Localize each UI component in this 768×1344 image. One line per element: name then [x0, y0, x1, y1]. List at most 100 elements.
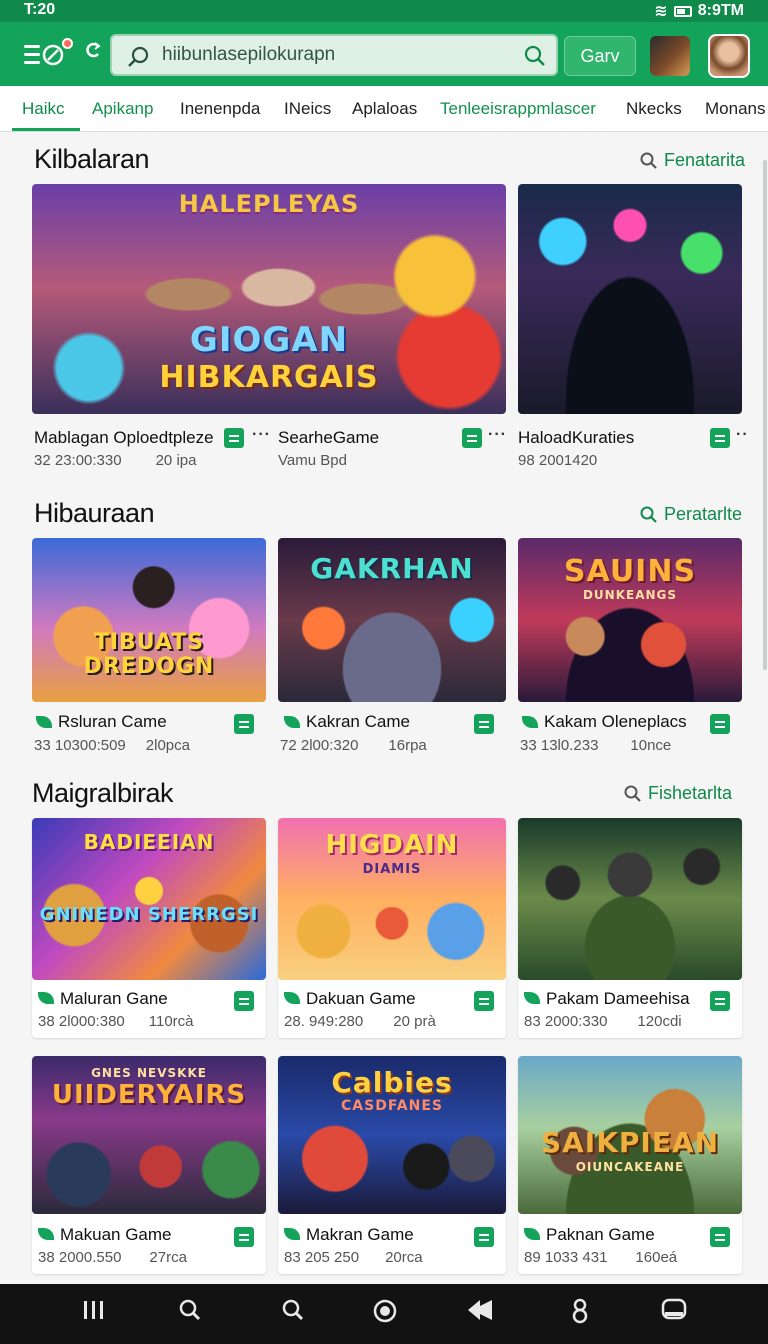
list-icon[interactable] [710, 714, 730, 734]
game-thumbnail: Calbies CASDFANES [278, 1056, 506, 1214]
list-icon[interactable] [462, 428, 482, 448]
battery-icon [673, 5, 692, 17]
see-all-label: Fishetarlta [648, 783, 733, 803]
thumb-caption: GAKRHAN [310, 552, 474, 585]
section-see-all-link[interactable]: Fenatarita [640, 150, 745, 171]
chat-icon[interactable] [656, 1298, 692, 1330]
back-icon[interactable] [462, 1298, 498, 1330]
recent-apps-icon[interactable] [76, 1298, 112, 1330]
leaf-icon [38, 1228, 54, 1240]
card-title: Kakran Came [306, 712, 410, 731]
more-options-icon[interactable]: ·· [736, 426, 749, 444]
bottom-navigation [0, 1284, 768, 1344]
list-icon[interactable] [234, 991, 254, 1011]
card-title: Paknan Game [546, 1225, 655, 1244]
list-icon[interactable] [474, 1227, 494, 1247]
thumb-caption: GIOGAN [189, 320, 349, 360]
game-thumbnail: HIGDAIN DIAMIS [278, 818, 506, 980]
section-see-all-link[interactable]: Peratarlte [640, 504, 742, 525]
section-title: Hibauraan [34, 498, 155, 528]
card-title: Kakam Oleneplacs [544, 712, 687, 731]
list-icon[interactable] [474, 714, 494, 734]
status-bar: T:20 ≋ 8:9TM [0, 0, 768, 22]
list-icon[interactable] [710, 428, 730, 448]
app-shortcut-icon[interactable] [650, 36, 690, 76]
search-input[interactable] [162, 40, 502, 70]
section-see-all-link[interactable]: Fishetarlta [624, 783, 732, 804]
featured-card-3[interactable]: HaloadKuraties 98 2001420 [518, 184, 742, 474]
game-card[interactable]: TIBUATS DREDOGN Rsluran Came 33 10300:50… [32, 538, 266, 760]
list-icon[interactable] [234, 714, 254, 734]
card-title: Maluran Gane [60, 989, 168, 1008]
refresh-icon[interactable] [84, 40, 102, 66]
card-meta: 89 1033 431 160eá [524, 1249, 678, 1266]
game-thumbnail: TIBUATS DREDOGN [32, 538, 266, 702]
tab-nkecks[interactable]: Nkecks [626, 99, 682, 119]
tab-aplaloas[interactable]: Aplaloas [352, 99, 417, 119]
scrollbar[interactable] [763, 160, 767, 670]
list-icon[interactable] [710, 991, 730, 1011]
notification-dot [62, 38, 73, 49]
leaf-icon [284, 1228, 300, 1240]
see-all-label: Peratarlte [664, 504, 743, 524]
go-button[interactable]: Garv [564, 36, 636, 76]
card-meta: 98 2001420 [518, 452, 598, 469]
game-card[interactable]: GAKRHAN Kakran Came 72 2l00:320 16rpa [278, 538, 506, 760]
tab-inenenpda[interactable]: Inenenpda [180, 99, 260, 119]
search-icon[interactable] [172, 1298, 208, 1330]
thumb-caption: SAIKPIEAN [540, 1126, 720, 1159]
discover-icon[interactable] [275, 1298, 311, 1330]
card-title: Dakuan Game [306, 989, 416, 1008]
tab-monans[interactable]: Monans [705, 99, 765, 119]
thumb-caption-2: GNINEDN SHERRGSI [39, 904, 259, 925]
game-thumbnail: GNES NEVSKKE UIIDERYAIRS [32, 1056, 266, 1214]
game-card[interactable]: GNES NEVSKKE UIIDERYAIRS Makuan Game 38 … [32, 1056, 266, 1274]
tab-ineics[interactable]: INeics [284, 99, 331, 119]
menu-icon[interactable] [24, 38, 73, 68]
card-meta: Vamu Bpd [278, 452, 347, 469]
thumb-caption-2: HIBKARGAIS [159, 360, 379, 395]
leaf-icon [284, 716, 300, 728]
game-card[interactable]: BADIEEIAN GNINEDN SHERRGSI Maluran Gane … [32, 818, 266, 1038]
tab-apikanp[interactable]: Apikanp [92, 99, 153, 119]
section-title: Maigralbirak [32, 778, 174, 808]
list-icon[interactable] [474, 991, 494, 1011]
search-icon [640, 506, 657, 523]
more-options-icon[interactable]: ··· [252, 426, 271, 444]
game-card[interactable]: Calbies CASDFANES Makran Game 83 205 250… [278, 1056, 506, 1274]
thumb-caption-2: UIIDERYAIRS [51, 1080, 247, 1110]
avatar[interactable] [708, 34, 750, 78]
more-options-icon[interactable]: ··· [488, 426, 507, 444]
list-icon[interactable] [710, 1227, 730, 1247]
tab-tenleeis[interactable]: Tenleeisrappmlascer [440, 99, 596, 119]
category-tabs: Haikc Apikanp Inenenpda INeics Aplaloas … [0, 86, 768, 132]
leaf-icon [524, 992, 540, 1004]
card-title: Pakam Dameehisa [546, 989, 690, 1008]
search-bar [110, 34, 558, 76]
thumb-caption: GNES NEVSKKE [91, 1066, 207, 1080]
status-icons: ≋ 8:9TM [654, 1, 744, 21]
game-card[interactable]: HIGDAIN DIAMIS Dakuan Game 28. 949:280 20… [278, 818, 506, 1038]
thumb-caption-2: OIUNCAKEANE [575, 1160, 685, 1174]
leaf-icon [284, 992, 300, 1004]
search-submit-icon[interactable] [524, 45, 546, 67]
card-meta: 83 2000:330 120cdi [524, 1013, 682, 1030]
game-card[interactable]: SAUINS DUNKEANGS Kakam Oleneplacs 33 13l… [518, 538, 742, 760]
card-meta: 72 2l00:320 16rpa [280, 737, 427, 754]
leaf-icon [524, 1228, 540, 1240]
profile-icon[interactable] [562, 1298, 598, 1330]
wifi-icon: ≋ [654, 3, 668, 20]
card-meta: 33 13l0.233 10nce [520, 737, 672, 754]
list-icon[interactable] [234, 1227, 254, 1247]
game-card[interactable]: SAIKPIEAN OIUNCAKEANE Paknan Game 89 103… [518, 1056, 742, 1274]
tab-haikc[interactable]: Haikc [22, 99, 65, 119]
card-meta: 28. 949:280 20 prà [284, 1013, 436, 1030]
thumb-caption: SAUINS [563, 554, 697, 589]
card-title: HaloadKuraties [518, 428, 635, 447]
featured-card-2-info[interactable]: SearheGame Vamu Bpd ··· [278, 424, 508, 474]
list-icon[interactable] [224, 428, 244, 448]
card-meta: 32 23:00:330 20 ipa [34, 452, 197, 469]
home-icon[interactable] [367, 1298, 403, 1330]
game-card[interactable]: Pakam Dameehisa 83 2000:330 120cdi [518, 818, 742, 1038]
thumb-caption: Calbies [331, 1066, 453, 1099]
